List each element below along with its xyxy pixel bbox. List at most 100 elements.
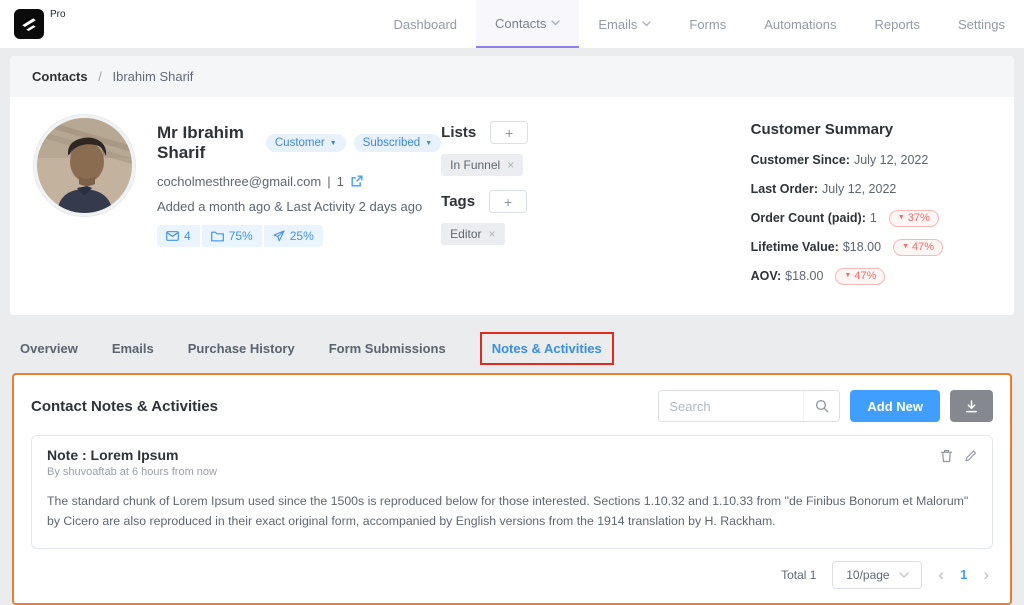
contact-stats: 4 75% 25% xyxy=(157,225,441,247)
activity-text: Added a month ago & Last Activity 2 days… xyxy=(157,199,423,214)
pagination-bar: Total 1 10/page ‹ 1 › xyxy=(31,549,993,597)
pipe-separator: | xyxy=(327,174,331,189)
nav-label: Contacts xyxy=(495,15,547,31)
subscription-status-badge[interactable]: Subscribed ▼ xyxy=(353,134,442,152)
summary-row-aov: AOV: $18.00 ▼ 47% xyxy=(751,266,990,286)
trash-icon xyxy=(940,450,953,463)
nav-label: Reports xyxy=(874,16,921,32)
contact-detail-tabs: Overview Emails Purchase History Form Su… xyxy=(20,327,1014,369)
page-size-value: 10/page xyxy=(846,567,890,582)
prev-page-button[interactable]: ‹ xyxy=(938,566,944,583)
contact-type-badge[interactable]: Customer ▼ xyxy=(265,134,346,152)
next-page-button[interactable]: › xyxy=(983,566,989,583)
contact-name: Mr Ibrahim Sharif xyxy=(157,123,244,162)
main-nav: Dashboard Contacts Emails Forms Automati… xyxy=(374,0,1024,48)
stat-open-rate: 75% xyxy=(201,225,262,247)
pro-label: Pro xyxy=(50,9,66,20)
nav-item-emails[interactable]: Emails xyxy=(579,0,670,48)
logo-glyph xyxy=(22,18,36,31)
fluentcrm-logo-icon[interactable] xyxy=(14,9,44,39)
trend-down-icon: ▼ xyxy=(844,272,852,279)
panel-title: Contact Notes & Activities xyxy=(31,397,218,415)
customer-summary-title: Customer Summary xyxy=(750,121,894,138)
trend-badge: ▼ 47% xyxy=(835,267,886,285)
tab-emails[interactable]: Emails xyxy=(112,341,154,356)
customer-summary: Customer Summary Customer Since: July 12… xyxy=(751,115,990,295)
caret-down-icon: ▼ xyxy=(425,139,433,147)
badge-label: Customer xyxy=(274,137,325,149)
tag-label: Editor xyxy=(450,227,482,241)
trend-down-icon: ▼ xyxy=(902,243,910,250)
summary-value: July 12, 2022 xyxy=(853,153,929,167)
remove-icon[interactable]: × xyxy=(489,228,496,240)
breadcrumb: Contacts / Ibrahim Sharif xyxy=(10,56,1014,97)
breadcrumb-current: Ibrahim Sharif xyxy=(112,69,194,84)
note-body: The standard chunk of Lorem Ipsum used s… xyxy=(47,494,969,529)
add-new-button[interactable]: Add New xyxy=(850,390,940,422)
contact-info: Mr Ibrahim Sharif Customer ▼ Subscribed … xyxy=(157,115,442,295)
plus-icon: + xyxy=(503,193,513,210)
nav-item-automations[interactable]: Automations xyxy=(745,0,855,48)
tab-purchase-history[interactable]: Purchase History xyxy=(188,341,295,356)
badge-label: Subscribed xyxy=(362,137,421,149)
send-icon xyxy=(273,230,285,242)
summary-value: 1 xyxy=(869,211,877,225)
envelope-icon xyxy=(166,231,179,241)
summary-value: $18.00 xyxy=(785,269,824,283)
nav-item-contacts[interactable]: Contacts xyxy=(476,0,580,48)
pagination-total: Total 1 xyxy=(781,567,817,582)
nav-label: Forms xyxy=(689,16,727,32)
nav-item-forms[interactable]: Forms xyxy=(670,0,745,48)
trend-down-icon: ▼ xyxy=(897,214,905,221)
search-icon[interactable] xyxy=(803,391,839,421)
summary-label: Lifetime Value: xyxy=(750,240,839,254)
nav-item-reports[interactable]: Reports xyxy=(855,0,939,48)
note-title: Note : Lorem Ipsum xyxy=(47,447,179,463)
trend-badge: ▼ 37% xyxy=(888,209,939,227)
nav-label: Emails xyxy=(598,16,638,32)
tags-title: Tags xyxy=(441,193,476,210)
chevron-down-icon xyxy=(642,21,652,27)
page-number[interactable]: 1 xyxy=(960,567,967,582)
stat-emails: 4 xyxy=(157,225,200,247)
list-tag-in-funnel: In Funnel × xyxy=(441,154,524,176)
stat-click-rate: 25% xyxy=(263,225,323,247)
summary-label: Customer Since: xyxy=(750,153,850,167)
external-link-icon[interactable] xyxy=(350,175,363,188)
trend-value: 37% xyxy=(907,211,930,224)
tab-notes-activities[interactable]: Notes & Activities xyxy=(479,331,614,365)
edit-note-button[interactable] xyxy=(964,449,977,463)
nav-item-dashboard[interactable]: Dashboard xyxy=(374,0,476,48)
brand: Pro xyxy=(14,0,66,48)
breadcrumb-section[interactable]: Contacts xyxy=(32,69,88,84)
search-input[interactable] xyxy=(659,391,804,421)
add-tag-button[interactable]: + xyxy=(489,190,528,213)
contact-profile-card: Mr Ibrahim Sharif Customer ▼ Subscribed … xyxy=(10,97,1014,315)
delete-note-button[interactable] xyxy=(940,449,953,463)
top-navigation-bar: Pro Dashboard Contacts Emails Forms Auto… xyxy=(0,0,1024,48)
add-list-button[interactable]: + xyxy=(490,121,529,144)
summary-label: AOV: xyxy=(750,269,782,283)
trend-badge: ▼ 47% xyxy=(893,238,944,256)
tab-form-submissions[interactable]: Form Submissions xyxy=(329,341,446,356)
nav-label: Dashboard xyxy=(393,16,458,32)
page-size-select[interactable]: 10/page xyxy=(832,560,923,589)
summary-row-order-count: Order Count (paid): 1 ▼ 37% xyxy=(751,208,990,228)
nav-label: Automations xyxy=(764,16,837,32)
tab-overview[interactable]: Overview xyxy=(20,341,78,356)
download-icon xyxy=(966,399,977,412)
breadcrumb-separator: / xyxy=(98,69,102,84)
summary-value: July 12, 2022 xyxy=(822,182,897,196)
contact-email: cocholmesthree@gmail.com xyxy=(157,174,322,189)
summary-row-lifetime-value: Lifetime Value: $18.00 ▼ 47% xyxy=(751,237,990,257)
avatar xyxy=(34,115,135,216)
nav-label: Settings xyxy=(958,16,1005,32)
stat-value: 25% xyxy=(289,229,314,243)
tag-editor: Editor × xyxy=(441,223,505,245)
summary-label: Order Count (paid): xyxy=(750,211,866,225)
nav-item-settings[interactable]: Settings xyxy=(939,0,1024,48)
lists-title: Lists xyxy=(441,124,477,141)
export-button[interactable] xyxy=(950,390,993,422)
search-box xyxy=(658,390,841,422)
remove-icon[interactable]: × xyxy=(507,159,514,171)
